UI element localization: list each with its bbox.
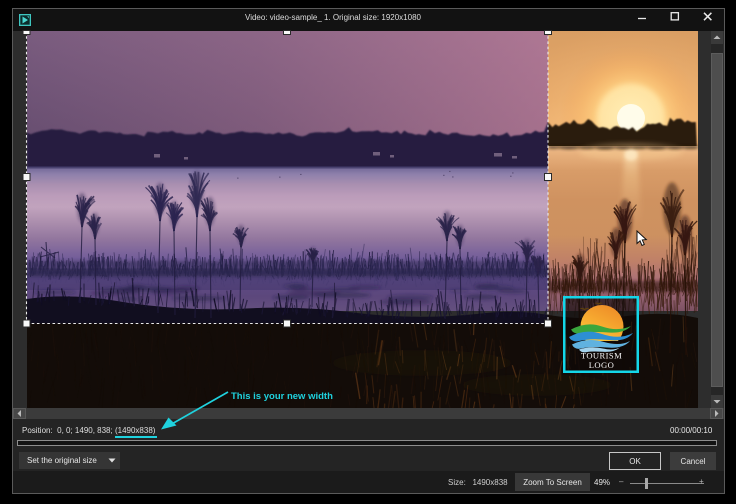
svg-text:LOGO: LOGO — [589, 360, 614, 370]
svg-text:TOURISM: TOURISM — [581, 351, 622, 361]
